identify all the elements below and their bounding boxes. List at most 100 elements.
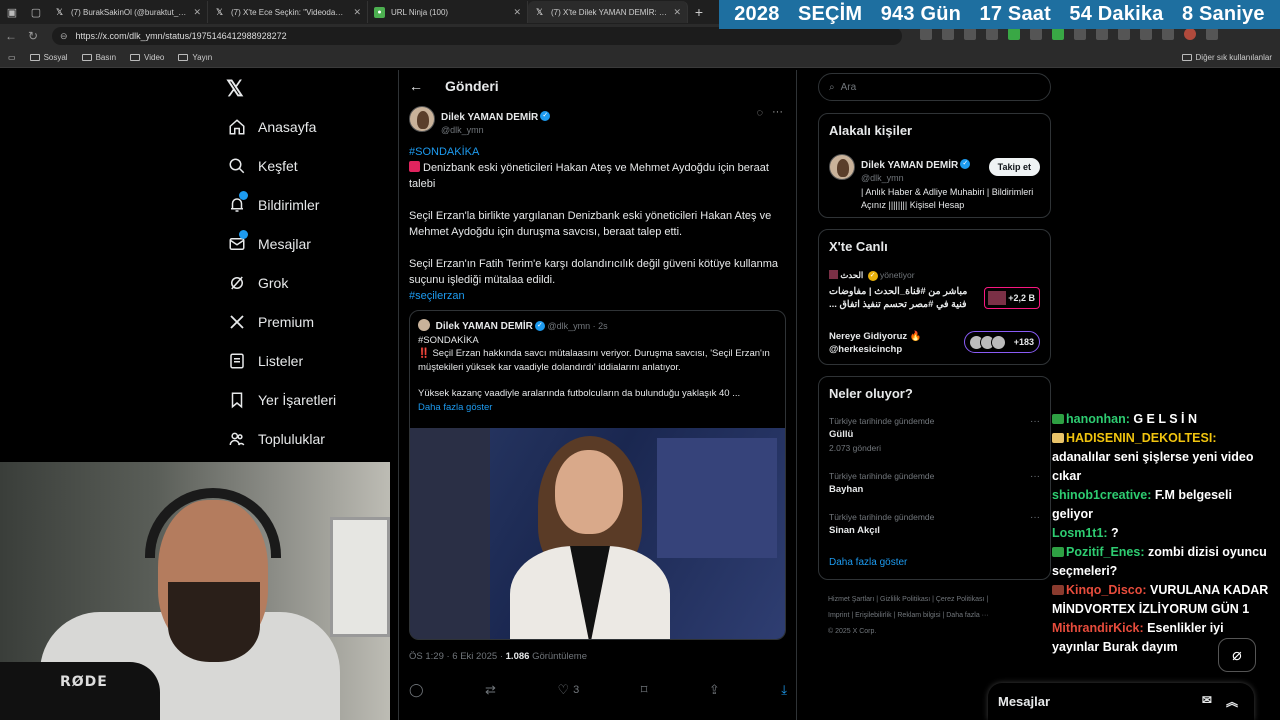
follow-button[interactable]: Takip et: [988, 158, 1040, 176]
person-name[interactable]: Dilek YAMAN DEMİR: [861, 160, 958, 171]
extension-icon[interactable]: [986, 28, 998, 40]
x-logo-icon[interactable]: 𝕏: [226, 76, 244, 102]
live-item[interactable]: الحدث ✓ yönetiyor مباشر من #قناة_الحدث |…: [829, 270, 979, 311]
repost-icon: ⇄: [485, 682, 496, 697]
chat-username: Pozitif_Enes: [1066, 545, 1141, 559]
footer-line[interactable]: Hizmet Şartları | Gizlilik Politikası | …: [828, 592, 1050, 608]
chat-badge-icon: [1052, 433, 1064, 443]
show-more-link[interactable]: Daha fazla göster: [418, 401, 778, 415]
sidebar-item-label: Listeler: [258, 353, 304, 369]
live-listeners-badge[interactable]: +183: [964, 331, 1040, 353]
download-button[interactable]: ⤓: [781, 682, 787, 698]
close-icon[interactable]: ✕: [673, 7, 681, 18]
extension-icon[interactable]: [1052, 28, 1064, 40]
grok-icon[interactable]: ◌: [756, 107, 763, 119]
like-button[interactable]: ♡ 3: [557, 682, 579, 698]
chat-username: Losm1t1: [1052, 526, 1104, 540]
post-text: #SONDAKİKA Denizbank eski yöneticileri H…: [409, 144, 787, 304]
more-options-icon[interactable]: ···: [772, 106, 783, 118]
post-detail-column: ← Gönderi Dilek YAMAN DEMİR ✓ @dlk_ymn ◌ …: [398, 70, 797, 720]
avatar[interactable]: [409, 106, 435, 132]
author-name[interactable]: Dilek YAMAN DEMİR: [441, 112, 538, 123]
sidebar-item-communities[interactable]: Topluluklar: [226, 429, 325, 449]
browser-essentials-icon[interactable]: [1162, 28, 1174, 40]
extension-icon[interactable]: [1008, 28, 1020, 40]
read-aloud-icon[interactable]: [942, 28, 954, 40]
new-message-icon[interactable]: ✉: [1202, 693, 1212, 710]
extension-icon[interactable]: [920, 28, 932, 40]
sidebar-item-messages[interactable]: Mesajlar: [226, 230, 311, 254]
tab-actions-icon[interactable]: ▢: [24, 0, 48, 24]
messages-drawer[interactable]: Mesajlar ✉ ︽: [988, 683, 1254, 720]
bookmarks-icon[interactable]: ▭: [8, 53, 16, 62]
trend-item[interactable]: Türkiye tarihinde gündemde Güllü 2.073 g…: [829, 416, 934, 453]
search-input[interactable]: ⌕ Ara: [818, 73, 1051, 101]
sidebar-item-home[interactable]: Anasayfa: [226, 117, 316, 137]
chat-username: hanonhan: [1066, 412, 1126, 426]
sidebar-item-grok[interactable]: Grok: [226, 273, 288, 293]
favorites-icon[interactable]: [1118, 28, 1130, 40]
favorite-star-icon[interactable]: [964, 28, 976, 40]
extension-icon[interactable]: [1096, 28, 1108, 40]
webcam-beard-shape: [168, 582, 260, 662]
more-options-icon[interactable]: ···: [1030, 471, 1040, 482]
trend-item[interactable]: Türkiye tarihinde gündemde Sinan Akçıl: [829, 512, 934, 536]
footer-line[interactable]: Imprint | Erişilebilirlik | Reklam bilgi…: [828, 608, 1050, 624]
browser-tab-2[interactable]: 𝕏 (7) X'te Ece Seçkin: "Videodan ar ✕: [208, 1, 368, 23]
countdown-days: 943 Gün: [880, 3, 962, 25]
sidebar-item-premium[interactable]: Premium: [226, 312, 314, 332]
sidebar-item-label: Anasayfa: [258, 119, 317, 135]
bookmark-folder-basin[interactable]: Basın: [81, 53, 116, 62]
url-field[interactable]: ⊖ https://x.com/dlk_ymn/status/197514641…: [52, 27, 902, 45]
repost-button[interactable]: ⇄: [485, 682, 496, 698]
show-more-link[interactable]: Daha fazla göster: [829, 557, 907, 568]
back-arrow-icon[interactable]: ←: [0, 29, 22, 43]
more-options-icon[interactable]: ···: [1030, 512, 1040, 523]
more-options-icon[interactable]: ···: [1030, 416, 1040, 427]
hashtag-link[interactable]: #seçilerzan: [409, 290, 465, 302]
browser-tab-4[interactable]: 𝕏 (7) X'te Dilek YAMAN DEMİR: "#S ✕: [528, 1, 688, 23]
new-tab-button[interactable]: +: [688, 4, 710, 20]
live-host: الحدث: [840, 270, 864, 280]
quoted-post[interactable]: Dilek YAMAN DEMİR ✓ @dlk_ymn · 2s #SONDAK…: [409, 310, 786, 640]
sidebar-item-bookmarks[interactable]: Yer İşaretleri: [226, 390, 336, 410]
live-item[interactable]: Nereye Gidiyoruz 🔥 @herkesicinchp: [829, 331, 922, 355]
avatar[interactable]: [829, 154, 855, 180]
grok-floating-button[interactable]: ⌀: [1218, 638, 1256, 672]
quoted-post-text: Dilek YAMAN DEMİR ✓ @dlk_ymn · 2s #SONDAK…: [418, 319, 778, 414]
quoted-post-photo[interactable]: [410, 428, 785, 639]
post-time[interactable]: ÖS 1:29 · 6 Eki 2025 ·: [409, 651, 506, 662]
bookmark-folder-yayin[interactable]: Yayın: [178, 53, 212, 62]
hashtag-link[interactable]: #SONDAKİKA: [409, 146, 479, 158]
like-count: 3: [573, 684, 580, 696]
x-icon: 𝕏: [55, 6, 64, 17]
bookmark-folder-video[interactable]: Video: [130, 53, 164, 62]
reply-button[interactable]: ◯: [409, 682, 424, 698]
sidebar-item-explore[interactable]: Keşfet: [226, 156, 298, 176]
bookmark-folder-sosyal[interactable]: Sosyal: [29, 53, 68, 62]
close-icon[interactable]: ✕: [353, 7, 361, 18]
close-icon[interactable]: ✕: [193, 7, 201, 18]
close-icon[interactable]: ✕: [513, 7, 521, 18]
extension-icon[interactable]: [1074, 28, 1086, 40]
reload-icon[interactable]: ↻: [22, 29, 44, 43]
sidebar-item-notifications[interactable]: Bildirimler: [226, 191, 319, 215]
author-handle[interactable]: @dlk_ymn: [441, 125, 550, 135]
live-listeners-badge[interactable]: +2,2 B: [984, 287, 1040, 309]
chevron-up-icon[interactable]: ︽: [1226, 693, 1238, 710]
more-icon[interactable]: [1206, 28, 1218, 40]
siren-emoji-icon: [409, 161, 420, 172]
back-arrow-icon[interactable]: ←: [409, 78, 423, 94]
collections-icon[interactable]: [1140, 28, 1152, 40]
share-button[interactable]: ⇪: [709, 682, 720, 698]
workspaces-icon[interactable]: ▣: [0, 0, 24, 24]
sidebar-item-lists[interactable]: Listeler: [226, 351, 303, 371]
extension-icon[interactable]: [1030, 28, 1042, 40]
browser-tab-3[interactable]: ● URL Ninja (100) ✕: [368, 1, 528, 23]
folder-icon: [1181, 54, 1192, 61]
trend-item[interactable]: Türkiye tarihinde gündemde Bayhan: [829, 471, 934, 495]
profile-avatar[interactable]: [1184, 28, 1196, 40]
other-favorites[interactable]: Diğer sık kullanılanlar: [1181, 53, 1272, 62]
browser-tab-1[interactable]: 𝕏 (7) BurakSakinOl (@buraktut_) / X ✕: [48, 1, 208, 23]
bookmark-button[interactable]: ⌑: [641, 682, 648, 698]
